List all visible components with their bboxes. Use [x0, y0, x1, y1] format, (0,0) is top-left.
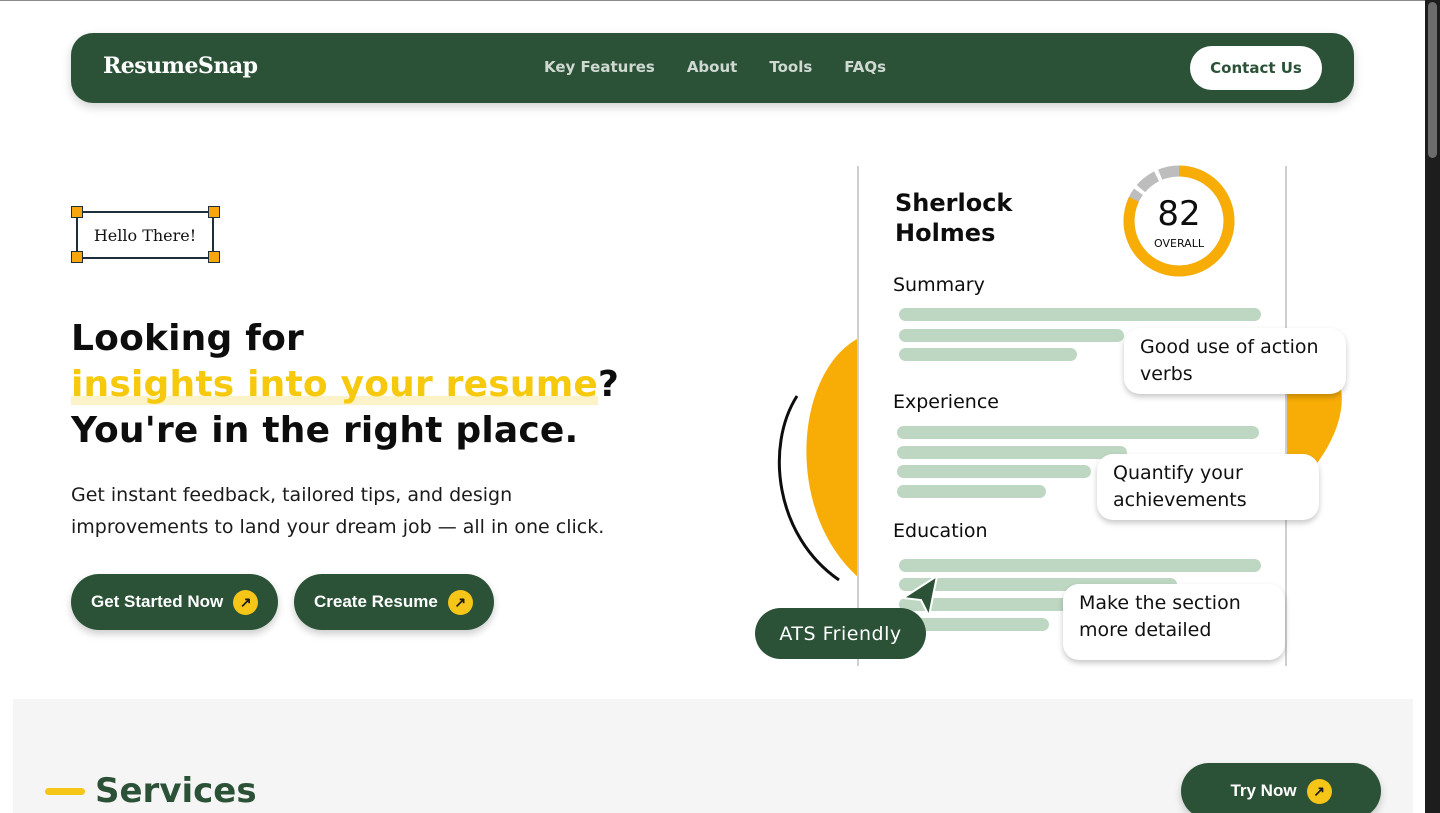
hello-badge-text: Hello There! [93, 225, 197, 245]
text-line-bar [897, 485, 1046, 498]
hello-badge: Hello There! [76, 211, 214, 259]
nav-link-about[interactable]: About [687, 58, 738, 76]
scrollbar-thumb[interactable] [1428, 2, 1437, 158]
text-line-bar [897, 446, 1127, 459]
section-education: Education [893, 520, 988, 542]
text-line-bar [897, 465, 1091, 478]
text-line-bar [899, 308, 1261, 321]
hero-subtext: Get instant feedback, tailored tips, and… [71, 484, 605, 538]
resume-name-first: Sherlock [895, 189, 1013, 217]
selection-handle-icon [208, 251, 220, 263]
services-section: Services Try Now ↗ [13, 699, 1413, 813]
text-line-bar [899, 348, 1077, 361]
arrow-up-right-icon: ↗ [233, 589, 259, 615]
create-resume-label: Create Resume [314, 592, 438, 611]
selection-handle-icon [71, 251, 83, 263]
ats-friendly-badge: ATS Friendly [755, 608, 926, 659]
resume-name: Sherlock Holmes [895, 188, 1012, 248]
nav-link-faqs[interactable]: FAQs [844, 58, 886, 76]
score-value: 82 [1157, 194, 1201, 234]
headline-line-3: You're in the right place. [71, 410, 579, 451]
selection-handle-icon [208, 206, 220, 218]
top-navbar: ResumeSnap Key Features About Tools FAQs… [71, 33, 1354, 103]
section-summary: Summary [893, 274, 985, 296]
section-experience: Experience [893, 391, 999, 413]
arrow-up-right-icon: ↗ [1306, 778, 1332, 804]
nav-link-key-features[interactable]: Key Features [544, 58, 655, 76]
try-now-button[interactable]: Try Now ↗ [1181, 763, 1381, 813]
nav-links: Key Features About Tools FAQs [544, 58, 886, 76]
orange-blob-left [806, 338, 859, 578]
headline-line-1: Looking for [71, 318, 304, 359]
contact-us-button[interactable]: Contact Us [1190, 46, 1322, 90]
create-resume-button[interactable]: Create Resume ↗ [294, 574, 494, 630]
tip-bubble-action-verbs: Good use of action verbs [1124, 328, 1346, 394]
headline-line-2: insights into your resume? [71, 362, 619, 408]
services-accent-dash [45, 788, 85, 795]
score-label: OVERALL [1154, 237, 1204, 250]
get-started-label: Get Started Now [91, 592, 224, 611]
text-line-bar [899, 559, 1261, 572]
page-scrollbar[interactable] [1425, 0, 1440, 813]
hero-headline: Looking for insights into your resume? Y… [71, 316, 619, 454]
try-now-label: Try Now [1230, 781, 1297, 800]
get-started-button[interactable]: Get Started Now ↗ [71, 574, 278, 630]
headline-question-mark: ? [598, 364, 620, 405]
window-top-border [0, 0, 1440, 1]
arrow-up-right-icon: ↗ [447, 589, 473, 615]
services-title: Services [95, 771, 257, 811]
text-line-bar [899, 329, 1124, 342]
text-line-bar [897, 426, 1259, 439]
tip-bubble-more-detail: Make the section more detailed [1063, 584, 1285, 660]
headline-highlight: insights into your resume [71, 364, 599, 405]
brand-logo[interactable]: ResumeSnap [103, 53, 258, 79]
nav-link-tools[interactable]: Tools [769, 58, 812, 76]
resume-name-last: Holmes [895, 219, 996, 247]
resume-illustration: Sherlock Holmes 82 OVERALL Summary Exper… [755, 165, 1355, 666]
selection-handle-icon [71, 206, 83, 218]
tip-bubble-quantify: Quantify your achievements [1097, 454, 1319, 520]
